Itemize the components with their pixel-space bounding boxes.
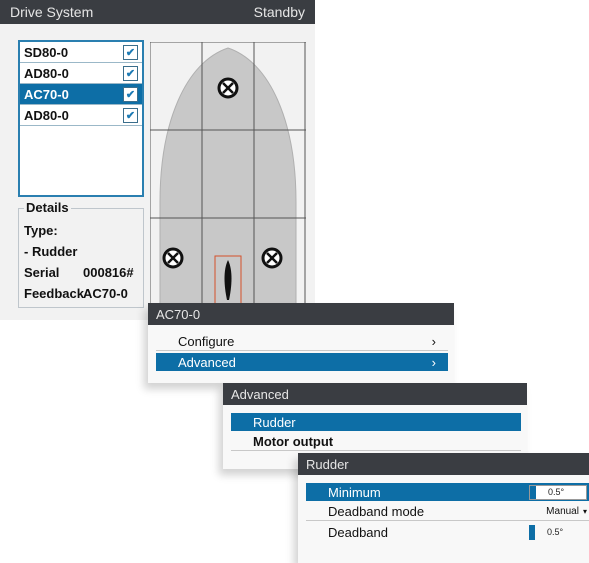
minimum-slider[interactable]: 0.5° [529, 484, 587, 500]
thruster-x-icon[interactable] [162, 247, 184, 269]
configure-label: Configure [178, 334, 235, 349]
motor-output-label: Motor output [253, 434, 334, 449]
details-title: Details [24, 200, 71, 215]
drive-system-window: Drive System Standby SD80-0 ✔ AD80-0 ✔ A… [0, 0, 315, 320]
serial-label: Serial [24, 265, 60, 280]
minimum-slider-fill [530, 485, 536, 499]
advanced-menu-item[interactable]: Advanced › [156, 353, 448, 371]
drive-system-titlebar: Drive System Standby [0, 0, 315, 24]
serial-value: 000816# [83, 265, 134, 280]
ac70-menu-title: AC70-0 [156, 306, 201, 322]
rudder-settings-title: Rudder [306, 456, 349, 472]
minimum-value: 0.5° [548, 487, 565, 497]
type-label: Type: [24, 223, 58, 238]
rudder-menu-item[interactable]: Rudder [231, 413, 521, 431]
check-icon[interactable]: ✔ [123, 107, 138, 123]
check-icon[interactable]: ✔ [123, 86, 138, 102]
drive-label: AD80-0 [24, 65, 69, 81]
rudder-settings-titlebar: Rudder [298, 453, 589, 475]
drive-system-status: Standby [253, 4, 305, 20]
deadband-setting-row[interactable]: Deadband 0.5° [306, 523, 589, 541]
drive-list-item-selected[interactable]: AC70-0 ✔ [20, 84, 142, 105]
advanced-menu-title: Advanced [231, 386, 289, 402]
drive-label: AD80-0 [24, 107, 69, 123]
deadband-value: 0.5° [547, 527, 564, 537]
deadband-mode-label: Deadband mode [328, 504, 425, 519]
advanced-label: Advanced [178, 354, 236, 370]
chevron-right-icon: › [431, 354, 436, 370]
deadband-mode-select[interactable]: Manual ▾ [546, 506, 587, 517]
deadband-mode-row[interactable]: Deadband mode Manual ▾ [306, 503, 589, 521]
chevron-right-icon: › [431, 334, 436, 349]
feedback-label: Feedback [24, 286, 84, 301]
drive-list-item[interactable]: SD80-0 ✔ [20, 42, 142, 63]
configure-menu-item[interactable]: Configure › [156, 333, 448, 351]
drive-label: AC70-0 [24, 86, 69, 102]
ac70-menu-titlebar: AC70-0 [148, 303, 454, 325]
ac70-menu-window: AC70-0 Configure › Advanced › [148, 303, 454, 383]
minimum-setting-row[interactable]: Minimum 0.5° [306, 483, 589, 501]
drive-label: SD80-0 [24, 44, 69, 60]
drive-list: SD80-0 ✔ AD80-0 ✔ AC70-0 ✔ AD80-0 ✔ [18, 40, 144, 197]
thruster-x-icon[interactable] [261, 247, 283, 269]
boat-diagram [150, 42, 306, 308]
caret-down-icon: ▾ [582, 507, 587, 516]
check-icon[interactable]: ✔ [123, 65, 138, 81]
details-panel: Details Type: - Rudder Serial 000816# Fe… [18, 200, 144, 308]
advanced-menu-titlebar: Advanced [223, 383, 527, 405]
motor-output-menu-item[interactable]: Motor output [231, 433, 521, 451]
boat-diagram-svg [150, 42, 306, 308]
thruster-x-icon[interactable] [217, 77, 239, 99]
deadband-mode-value: Manual [546, 506, 579, 517]
type-value: - Rudder [24, 244, 78, 259]
deadband-slider-fill [529, 524, 535, 540]
minimum-label: Minimum [328, 484, 381, 500]
check-icon[interactable]: ✔ [123, 44, 138, 60]
drive-system-title: Drive System [10, 4, 94, 20]
deadband-slider[interactable]: 0.5° [529, 524, 587, 540]
drive-list-item[interactable]: AD80-0 ✔ [20, 63, 142, 84]
drive-list-item[interactable]: AD80-0 ✔ [20, 105, 142, 126]
deadband-label: Deadband [328, 524, 388, 540]
feedback-value: AC70-0 [83, 286, 128, 301]
rudder-label: Rudder [253, 414, 296, 430]
rudder-settings-window: Rudder Minimum 0.5° Deadband mode Manual… [298, 453, 589, 563]
